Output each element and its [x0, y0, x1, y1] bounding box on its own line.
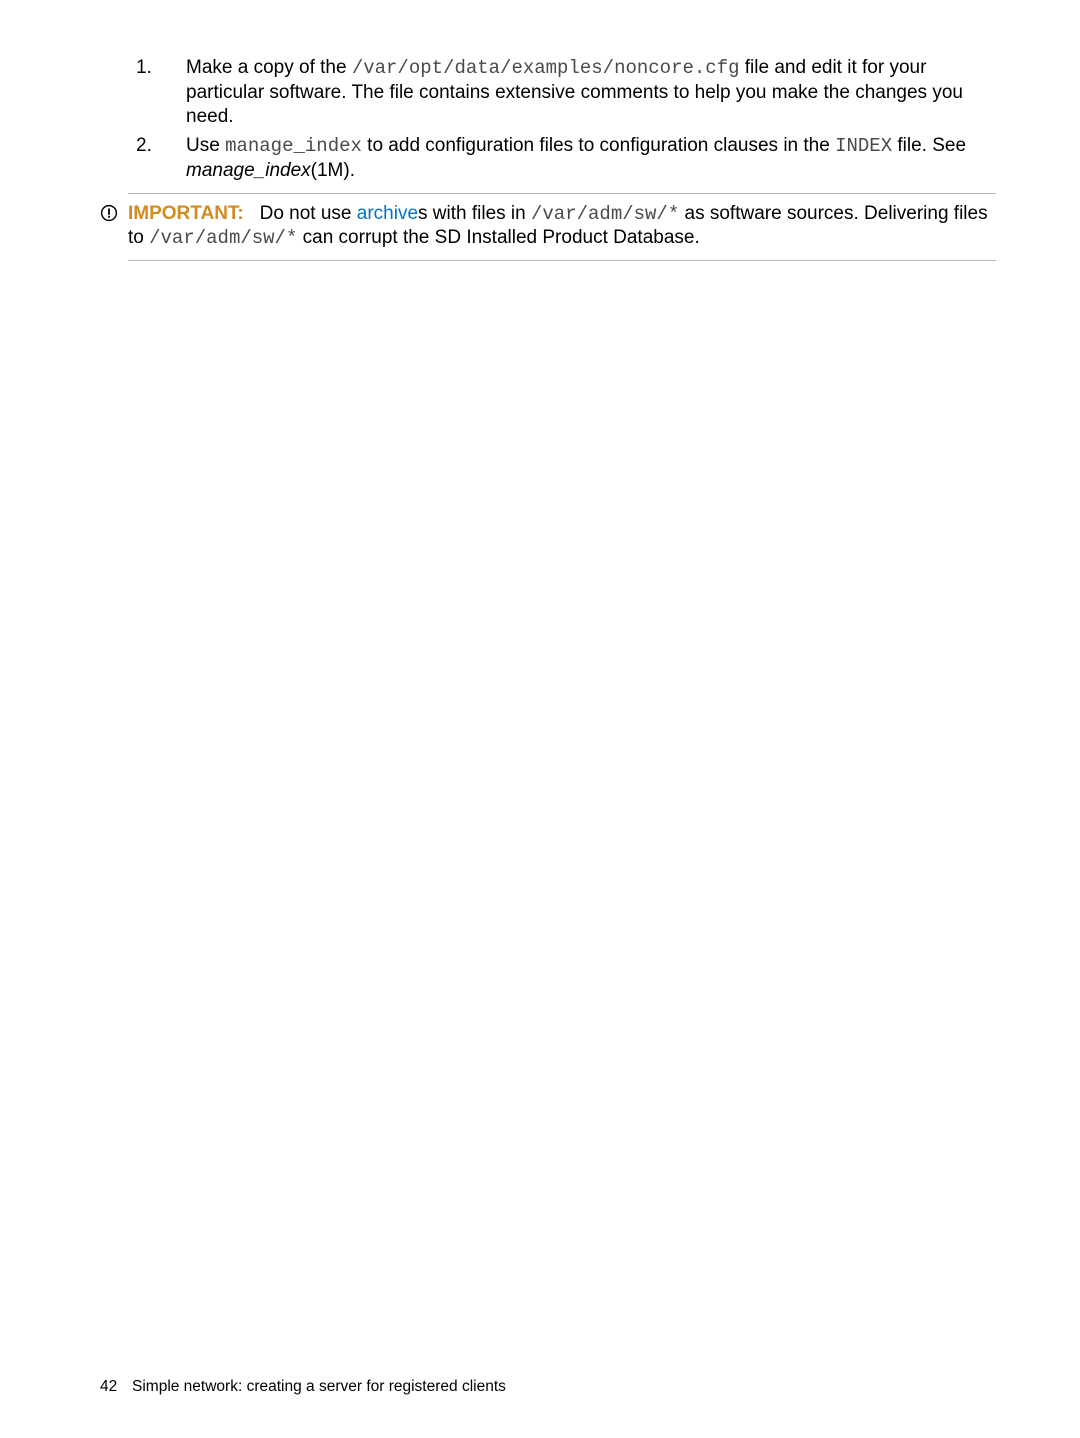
text-run: can corrupt the SD Installed Product Dat…: [297, 227, 699, 248]
callout-icon-col: [100, 202, 128, 229]
code-path: /var/opt/data/examples/noncore.cfg: [352, 57, 740, 79]
numbered-list: 1. Make a copy of the /var/opt/data/exam…: [100, 56, 996, 183]
list-text: Make a copy of the /var/opt/data/example…: [180, 56, 996, 128]
info-icon: [100, 204, 118, 222]
code-path: /var/adm/sw/*: [149, 227, 297, 249]
page: 1. Make a copy of the /var/opt/data/exam…: [0, 0, 1080, 1438]
callout-body: IMPORTANT: Do not use archives with file…: [128, 202, 996, 251]
manpage-section: (1M).: [311, 160, 355, 181]
divider: [128, 260, 996, 261]
list-number: 2.: [100, 134, 180, 158]
list-text: Use manage_index to add configuration fi…: [180, 134, 996, 183]
list-item: 2. Use manage_index to add configuration…: [100, 134, 996, 183]
text-run: s with files in: [418, 203, 531, 224]
list-number: 1.: [100, 56, 180, 80]
text-run: Use: [186, 135, 225, 156]
footer-title: Simple network: creating a server for re…: [132, 1378, 506, 1395]
code-command: manage_index: [225, 135, 362, 157]
page-footer: 42Simple network: creating a server for …: [100, 1378, 506, 1396]
text-run: Do not use: [260, 203, 357, 224]
code-file: INDEX: [835, 135, 892, 157]
code-path: /var/adm/sw/*: [531, 203, 679, 225]
important-label: IMPORTANT:: [128, 203, 244, 224]
text-run: to add configuration files to configurat…: [362, 135, 835, 156]
content-area: 1. Make a copy of the /var/opt/data/exam…: [100, 56, 996, 269]
divider: [128, 193, 996, 194]
text-run: file. See: [892, 135, 966, 156]
list-item: 1. Make a copy of the /var/opt/data/exam…: [100, 56, 996, 128]
manpage-ref: manage_index: [186, 160, 311, 181]
page-number: 42: [100, 1378, 132, 1396]
text-run: Make a copy of the: [186, 57, 352, 78]
archive-link[interactable]: archive: [357, 203, 418, 224]
important-callout: IMPORTANT: Do not use archives with file…: [100, 202, 996, 251]
